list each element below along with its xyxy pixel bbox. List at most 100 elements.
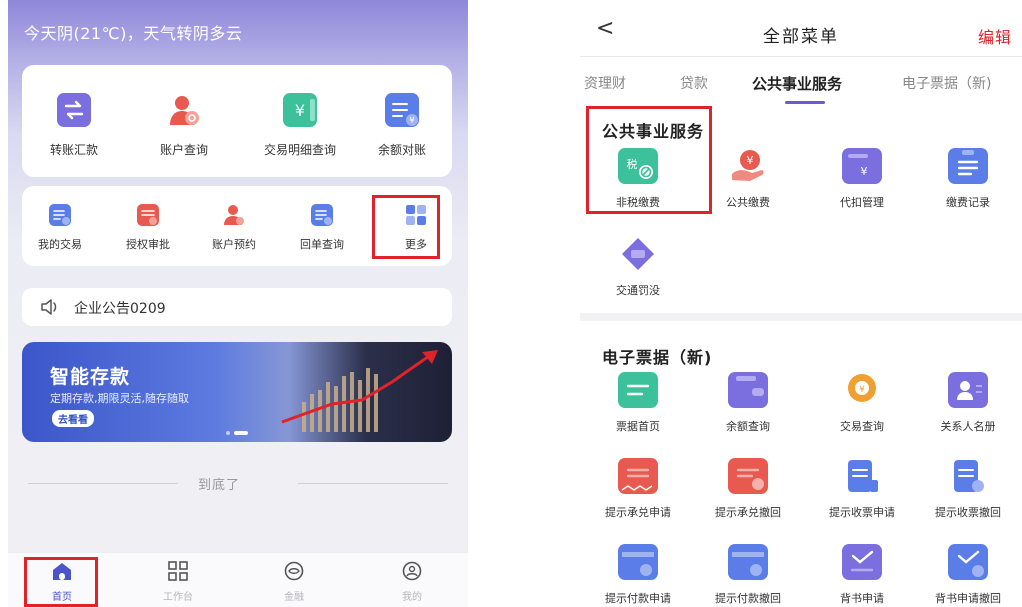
menu-item-balance-query[interactable]: 余额查询 bbox=[698, 372, 798, 434]
accept-withdraw-icon bbox=[728, 458, 768, 494]
quick-item-transfer[interactable]: 转账汇款 bbox=[34, 93, 114, 158]
receive-apply-icon bbox=[842, 458, 882, 494]
shortcut-receipt-query[interactable]: 回单查询 bbox=[290, 204, 354, 252]
menu-item-label: 票据首页 bbox=[616, 420, 660, 433]
weather-text: 今天阴(21℃)，天气转阴多云 bbox=[24, 24, 243, 43]
menu-item-label: 余额查询 bbox=[726, 420, 770, 433]
menu-item-label: 背书申请撤回 bbox=[935, 592, 1001, 605]
tab-label: 我的 bbox=[402, 592, 422, 603]
banner-view-button[interactable]: 去看看 bbox=[52, 410, 94, 427]
end-divider-left bbox=[28, 483, 178, 484]
category-tab-wealth[interactable]: 资理财 bbox=[584, 73, 626, 93]
account-reserve-icon bbox=[223, 204, 245, 226]
carousel-indicator bbox=[226, 431, 248, 435]
svg-text:¥: ¥ bbox=[409, 116, 414, 125]
balance-reconcile-icon: ¥ bbox=[385, 93, 419, 127]
active-tab-indicator bbox=[785, 101, 825, 104]
home-screen: 今天阴(21℃)，天气转阴多云 转账汇款 账户查询 ¥ 交易明细查询 ¥ 余额对… bbox=[8, 0, 468, 607]
menu-item-traffic-fine[interactable]: 交通罚没 bbox=[588, 236, 688, 298]
menu-item-pay-apply[interactable]: 提示付款申请 bbox=[588, 544, 688, 606]
menu-item-contacts[interactable]: 关系人名册 bbox=[918, 372, 1018, 434]
menu-item-receive-apply[interactable]: 提示收票申请 bbox=[812, 458, 912, 520]
bill-home-icon bbox=[618, 372, 658, 408]
menu-item-label: 提示付款撤回 bbox=[715, 592, 781, 605]
accept-apply-icon bbox=[618, 458, 658, 494]
menu-item-receive-withdraw[interactable]: 提示收票撤回 bbox=[918, 458, 1018, 520]
menu-item-label: 提示承兑申请 bbox=[605, 506, 671, 519]
category-tab-public-service[interactable]: 公共事业服务 bbox=[752, 73, 842, 94]
profile-icon bbox=[402, 561, 422, 581]
svg-text:¥: ¥ bbox=[859, 385, 865, 395]
quick-item-balance-reconcile[interactable]: ¥ 余额对账 bbox=[362, 93, 442, 158]
shortcut-label: 回单查询 bbox=[300, 238, 344, 251]
promo-banner[interactable]: 智能存款 定期存款,期限灵活,随存随取 去看看 bbox=[22, 342, 452, 442]
public-payment-icon: ¥ bbox=[728, 148, 768, 184]
menu-item-accept-withdraw[interactable]: 提示承兑撤回 bbox=[698, 458, 798, 520]
menu-item-endorse-withdraw[interactable]: 背书申请撤回 bbox=[918, 544, 1018, 606]
menu-item-label: 交通罚没 bbox=[616, 284, 660, 297]
page-title: 全部菜单 bbox=[763, 27, 839, 47]
shortcut-authorization[interactable]: 授权审批 bbox=[116, 204, 180, 252]
traffic-fine-icon bbox=[618, 236, 658, 272]
finance-icon bbox=[284, 561, 304, 581]
menu-item-label: 提示承兑撤回 bbox=[715, 506, 781, 519]
edit-button[interactable]: 编辑 bbox=[978, 24, 1012, 48]
menu-item-label: 缴费记录 bbox=[946, 196, 990, 209]
end-of-list-text: 到底了 bbox=[198, 478, 241, 493]
menu-item-label: 代扣管理 bbox=[840, 196, 884, 209]
receipt-query-icon bbox=[311, 204, 333, 226]
svg-text:¥: ¥ bbox=[747, 154, 754, 167]
pay-apply-icon bbox=[618, 544, 658, 580]
announcement-bar[interactable]: 企业公告0209 bbox=[22, 288, 452, 326]
header-divider bbox=[580, 56, 1022, 57]
account-query-icon bbox=[167, 93, 201, 127]
my-transaction-icon bbox=[49, 204, 71, 226]
quick-item-transaction-detail[interactable]: ¥ 交易明细查询 bbox=[250, 93, 350, 158]
section-title-e-bill: 电子票据（新) bbox=[602, 348, 713, 367]
menu-item-payment-record[interactable]: 缴费记录 bbox=[918, 148, 1018, 210]
transaction-detail-icon: ¥ bbox=[283, 93, 317, 127]
svg-text:¥: ¥ bbox=[295, 101, 305, 120]
tab-workbench[interactable]: 工作台 bbox=[148, 561, 208, 603]
highlight-box-home bbox=[24, 557, 98, 607]
quick-item-account-query[interactable]: 账户查询 bbox=[144, 93, 224, 158]
quick-item-label: 转账汇款 bbox=[49, 143, 98, 157]
menu-item-public-payment[interactable]: ¥ 公共缴费 bbox=[698, 148, 798, 210]
stock-chart-graphic bbox=[281, 350, 438, 432]
quick-item-label: 账户查询 bbox=[159, 143, 208, 157]
tab-finance[interactable]: 金融 bbox=[264, 561, 324, 603]
shortcut-my-transaction[interactable]: 我的交易 bbox=[28, 204, 92, 252]
section-divider bbox=[580, 313, 1022, 321]
balance-query-icon bbox=[728, 372, 768, 408]
quick-item-label: 交易明细查询 bbox=[263, 143, 336, 157]
shortcut-account-reserve[interactable]: 账户预约 bbox=[202, 204, 266, 252]
menu-item-label: 关系人名册 bbox=[940, 420, 996, 433]
menu-item-transaction-query[interactable]: ¥ 交易查询 bbox=[812, 372, 912, 434]
receive-withdraw-icon bbox=[948, 458, 988, 494]
quick-item-label: 余额对账 bbox=[377, 143, 426, 157]
workbench-icon bbox=[168, 561, 188, 581]
menu-item-label: 提示付款申请 bbox=[605, 592, 671, 605]
tab-profile[interactable]: 我的 bbox=[382, 561, 442, 603]
endorse-apply-icon bbox=[842, 544, 882, 580]
menu-item-accept-apply[interactable]: 提示承兑申请 bbox=[588, 458, 688, 520]
authorization-icon bbox=[137, 204, 159, 226]
banner-subtitle: 定期存款,期限灵活,随存随取 bbox=[50, 392, 189, 405]
speaker-icon bbox=[40, 298, 60, 316]
menu-item-pay-withdraw[interactable]: 提示付款撤回 bbox=[698, 544, 798, 606]
menu-item-label: 公共缴费 bbox=[726, 196, 770, 209]
shortcut-label: 授权审批 bbox=[126, 238, 170, 251]
svg-text:¥: ¥ bbox=[861, 165, 868, 178]
transfer-icon bbox=[57, 93, 91, 127]
menu-item-endorse-apply[interactable]: 背书申请 bbox=[812, 544, 912, 606]
menu-item-withholding[interactable]: ¥ 代扣管理 bbox=[812, 148, 912, 210]
all-menu-screen: < 全部菜单 编辑 资理财 贷款 公共事业服务 电子票据（新) 公共事业服务 税… bbox=[580, 0, 1022, 607]
contacts-icon bbox=[948, 372, 988, 408]
category-tab-e-bill[interactable]: 电子票据（新) bbox=[902, 73, 991, 93]
pay-withdraw-icon bbox=[728, 544, 768, 580]
withholding-icon: ¥ bbox=[842, 148, 882, 184]
menu-item-label: 交易查询 bbox=[840, 420, 884, 433]
menu-item-bill-home[interactable]: 票据首页 bbox=[588, 372, 688, 434]
menu-item-label: 提示收票申请 bbox=[829, 506, 895, 519]
category-tab-loan[interactable]: 贷款 bbox=[680, 73, 708, 93]
